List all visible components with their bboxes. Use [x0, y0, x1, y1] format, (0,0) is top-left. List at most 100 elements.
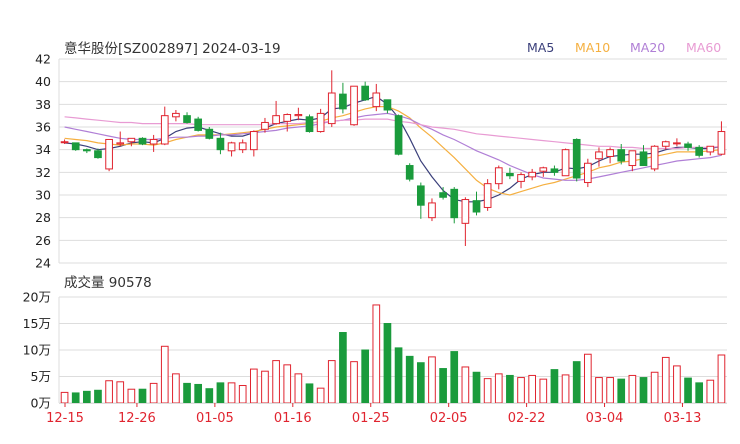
volume-tick-label: 5万	[31, 369, 51, 384]
candle	[138, 137, 147, 146]
candle	[172, 110, 180, 122]
candle-body	[673, 142, 681, 145]
volume-bar	[372, 304, 381, 404]
candle-body	[405, 165, 414, 180]
volume-bar	[71, 392, 80, 404]
candle	[327, 70, 336, 127]
volume-bar	[350, 361, 358, 404]
x-tick-label: 12-15	[46, 411, 84, 426]
candle	[461, 197, 470, 246]
volume-bar	[172, 373, 180, 404]
candle	[650, 145, 659, 172]
candle	[673, 138, 681, 147]
chart-title: 意华股份[SZ002897] 2024-03-19	[64, 40, 281, 57]
candle-body	[383, 99, 392, 111]
candle	[628, 150, 637, 172]
ma-line-ma5	[64, 95, 722, 203]
volume-bar	[572, 361, 581, 404]
price-tick-label: 24	[35, 256, 51, 271]
x-tick-label: 03-13	[664, 411, 702, 426]
candle	[450, 187, 459, 224]
volume-bar	[127, 388, 136, 404]
volume-bar	[405, 355, 414, 404]
volume-bar	[494, 373, 503, 404]
candle-body	[494, 167, 503, 185]
candle-body	[172, 112, 180, 118]
legend-item-ma60: MA60	[686, 40, 721, 55]
volume-bar	[606, 377, 614, 404]
volume-tick-label: 10万	[23, 343, 51, 358]
candle-body	[327, 92, 336, 125]
price-tick-label: 34	[35, 142, 51, 157]
candle	[316, 108, 325, 133]
volume-bar	[583, 353, 592, 404]
candle-body	[127, 137, 136, 143]
volume-bar	[283, 364, 292, 404]
volume-bar	[617, 378, 626, 404]
x-tick-label: 01-25	[352, 411, 390, 426]
candle	[350, 85, 358, 126]
volume-bar	[94, 389, 102, 404]
volume-bar	[305, 383, 314, 404]
legend-item-ma5: MA5	[527, 40, 554, 55]
volume-bar	[339, 332, 347, 404]
candle	[238, 139, 247, 154]
volume-bar	[450, 351, 459, 404]
candle	[372, 83, 381, 112]
volume-bar	[717, 354, 726, 404]
date-x-axis: 12-15 12-26 01-05 01-16 01-25 02-05 02-22 03-04…	[46, 403, 727, 426]
price-tick-label: 32	[35, 165, 51, 180]
volume-bar	[461, 366, 470, 404]
candle	[706, 145, 715, 156]
candle-body	[583, 162, 592, 184]
candle-body	[650, 145, 659, 170]
candle-body	[617, 149, 626, 162]
candle-body	[528, 171, 537, 178]
candle	[339, 82, 347, 114]
candle	[695, 145, 704, 158]
price-tick-label: 28	[35, 210, 51, 225]
candle	[183, 112, 191, 124]
candle	[361, 81, 370, 101]
candle-body	[539, 167, 548, 172]
candle-body	[283, 114, 292, 122]
candle-body	[684, 143, 692, 148]
candle-body	[361, 85, 370, 101]
candle	[249, 130, 258, 157]
price-tick-label: 40	[35, 74, 51, 89]
volume-bar	[684, 377, 692, 404]
candle-body	[238, 142, 247, 151]
volume-bar	[383, 323, 392, 404]
volume-bar	[595, 377, 603, 404]
candle-body	[506, 172, 514, 177]
volume-bar	[160, 345, 169, 404]
candle	[561, 148, 570, 177]
volume-bar	[472, 371, 481, 404]
candle-body	[561, 149, 570, 177]
candle-body	[71, 142, 80, 151]
candle-body	[105, 138, 113, 170]
x-tick-label: 01-16	[274, 411, 312, 426]
candle-body	[249, 131, 258, 151]
candle-body	[372, 92, 381, 108]
candle-body	[60, 141, 69, 144]
volume-bar	[439, 368, 447, 404]
volume-bar	[238, 385, 247, 404]
candle-body	[472, 200, 481, 213]
candle-body	[138, 137, 147, 145]
candle	[606, 147, 614, 164]
moving-average-lines	[64, 95, 722, 203]
candle	[394, 114, 403, 156]
candle	[550, 165, 559, 176]
candle	[494, 165, 503, 190]
candle-body	[350, 85, 358, 126]
volume-bar	[316, 387, 325, 404]
candle-body	[149, 138, 158, 145]
volume-bar	[116, 381, 125, 404]
candle	[105, 138, 113, 172]
candle	[528, 168, 537, 181]
volume-bar	[138, 388, 147, 404]
legend-item-ma10: MA10	[575, 40, 610, 55]
candle-body	[572, 138, 581, 179]
x-tick-label: 02-05	[430, 411, 468, 426]
